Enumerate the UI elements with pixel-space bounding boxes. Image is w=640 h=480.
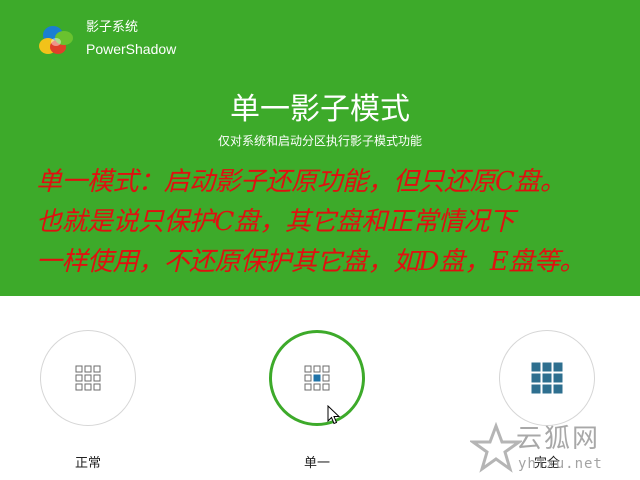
header-banner: 影子系统 PowerShadow 单一影子模式 仅对系统和启动分区执行影子模式功…	[0, 0, 640, 296]
annotation-line-1: 单一模式：启动影子还原功能，但只还原C盘。	[36, 167, 566, 197]
mouse-pointer-icon	[327, 405, 341, 425]
mode-option-normal[interactable]	[40, 330, 136, 426]
annotation-line-3: 一样使用，不还原保护其它盘，如D盘，E盘等。	[36, 247, 585, 277]
mode-option-single[interactable]	[269, 330, 365, 426]
grid-center-filled-icon	[304, 365, 330, 391]
mode-option-normal-label: 正常	[74, 456, 101, 471]
mode-subtitle: 仅对系统和启动分区执行影子模式功能	[217, 134, 422, 148]
mode-option-full[interactable]	[499, 330, 595, 426]
grid-filled-icon	[531, 362, 563, 394]
brand-name-en: PowerShadow	[86, 41, 177, 57]
brand-name-cn: 影子系统	[86, 20, 139, 35]
mode-title: 单一影子模式	[230, 92, 410, 127]
watermark-url: yhfxu.net	[518, 456, 603, 472]
annotation-line-2: 也就是说只保护C盘，其它盘和正常情况下	[36, 207, 515, 237]
powershadow-logo-icon	[39, 26, 73, 54]
mode-option-single-label: 单一	[303, 456, 330, 471]
watermark-text: 云狐网	[516, 424, 601, 454]
star-watermark-icon	[470, 422, 522, 473]
grid-outline-icon	[75, 365, 101, 391]
watermark: 云狐网 yhfxu.net	[470, 422, 634, 478]
